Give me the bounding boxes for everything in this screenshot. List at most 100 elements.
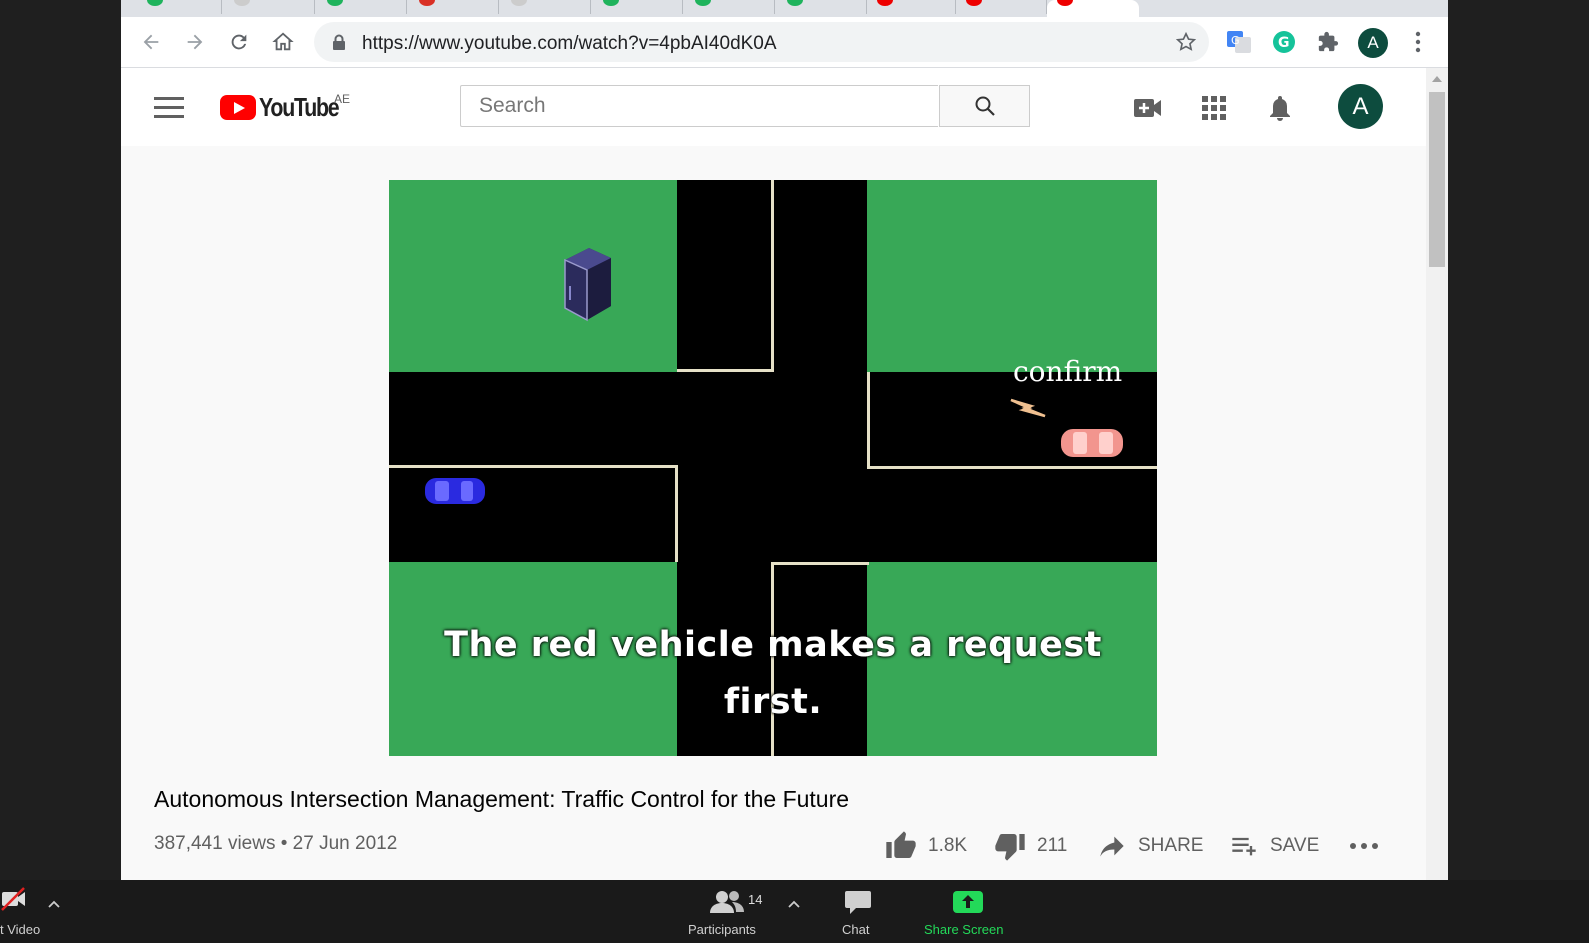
share-arrow-icon: [1100, 836, 1124, 857]
browser-tab[interactable]: [683, 0, 775, 14]
participants-options-chevron[interactable]: [788, 896, 800, 911]
apps-grid-icon: [1202, 96, 1226, 120]
video-camera-plus-icon: [1134, 99, 1161, 117]
zoom-control-bar: t Video 14 Participants Chat Share Scree…: [0, 880, 1589, 943]
bookmark-star-icon[interactable]: [1175, 31, 1197, 53]
chevron-up-icon: [48, 900, 60, 908]
google-translate-extension[interactable]: G: [1224, 27, 1254, 57]
new-tab-button[interactable]: [1151, 0, 1181, 14]
playlist-add-icon: [1232, 837, 1256, 856]
signal-bolt-icon: [1010, 398, 1046, 418]
account-avatar[interactable]: A: [1338, 84, 1383, 129]
share-button[interactable]: SHARE: [1096, 829, 1203, 863]
home-icon: [272, 32, 294, 51]
caption-line: first.: [723, 682, 823, 722]
browser-tab[interactable]: [222, 0, 315, 14]
like-count: 1.8K: [928, 835, 968, 856]
participants-count: 14: [748, 892, 763, 907]
chevron-up-icon: [788, 900, 800, 908]
grass-top-left: [389, 180, 677, 372]
participants-label: Participants: [688, 922, 756, 937]
video-caption: The red vehicle makes a request first.: [389, 617, 1157, 731]
browser-tab[interactable]: [867, 0, 956, 14]
dislike-button[interactable]: 211: [993, 829, 1067, 863]
guide-menu-button[interactable]: [154, 93, 184, 121]
like-button[interactable]: 1.8K: [884, 829, 967, 863]
home-button[interactable]: [268, 27, 298, 57]
video-player[interactable]: confirm The red vehicle makes a request …: [389, 180, 1157, 756]
search-button[interactable]: [939, 85, 1030, 127]
caption-line: The red vehicle makes a request: [444, 625, 1102, 665]
lane-line: [771, 562, 869, 565]
back-button[interactable]: [136, 27, 166, 57]
region-code: AE: [334, 92, 351, 106]
logo-text: YouTube: [259, 91, 340, 122]
desktop-background-right: [1448, 0, 1589, 880]
youtube-header: YouTube AE A: [121, 68, 1426, 146]
grammarly-icon: G: [1273, 31, 1295, 53]
apps-button[interactable]: [1196, 90, 1232, 126]
video-off-icon: [1, 887, 25, 911]
lane-line: [389, 465, 678, 468]
lane-line: [771, 180, 774, 372]
share-screen-button[interactable]: [952, 890, 984, 917]
extensions-button[interactable]: [1313, 27, 1343, 57]
more-actions-button[interactable]: [1349, 829, 1389, 863]
page-scrollbar[interactable]: [1426, 68, 1448, 880]
lane-line: [867, 466, 1157, 469]
svg-text:G: G: [1231, 34, 1240, 47]
confirm-label: confirm: [1013, 355, 1123, 388]
video-title: Autonomous Intersection Management: Traf…: [154, 786, 850, 812]
more-horizontal-icon: [1350, 843, 1378, 849]
thumbs-up-icon: [886, 831, 916, 858]
chat-bubble-icon: [845, 891, 871, 914]
browser-tab[interactable]: [407, 0, 499, 14]
grass-top-right: [867, 180, 1157, 372]
start-video-label: t Video: [0, 922, 41, 937]
browser-menu-button[interactable]: [1403, 27, 1433, 57]
browser-tab[interactable]: [591, 0, 683, 14]
arrow-right-icon: [187, 34, 203, 50]
video-options-chevron[interactable]: [48, 896, 60, 911]
bell-icon: [1270, 96, 1290, 121]
browser-tab[interactable]: [775, 0, 867, 14]
more-vertical-icon: [1415, 31, 1421, 53]
server-icon: [564, 248, 611, 322]
search-input[interactable]: [477, 86, 921, 126]
save-button[interactable]: SAVE: [1228, 829, 1319, 863]
browser-window: https://www.youtube.com/watch?v=4pbAI40d…: [121, 0, 1448, 880]
create-video-button[interactable]: [1130, 90, 1166, 126]
share-screen-icon: [953, 891, 983, 913]
search-box: [460, 85, 938, 127]
scroll-up-arrow-icon[interactable]: [1432, 76, 1442, 82]
address-bar[interactable]: https://www.youtube.com/watch?v=4pbAI40d…: [314, 22, 1209, 62]
lane-line: [867, 372, 870, 469]
reload-button[interactable]: [224, 27, 254, 57]
browser-tab[interactable]: [956, 0, 1047, 14]
share-screen-label: Share Screen: [924, 922, 1004, 937]
browser-tab[interactable]: [121, 0, 222, 14]
arrow-left-icon: [143, 34, 159, 50]
start-video-button[interactable]: [0, 886, 40, 926]
participants-button[interactable]: 14: [710, 889, 770, 919]
lane-line: [677, 369, 774, 372]
browser-toolbar: https://www.youtube.com/watch?v=4pbAI40d…: [121, 17, 1448, 68]
notifications-button[interactable]: [1262, 90, 1298, 126]
red-car: [1061, 429, 1123, 457]
youtube-play-icon: [220, 94, 256, 120]
puzzle-icon: [1318, 31, 1339, 52]
video-meta: 387,441 views • 27 Jun 2012: [154, 833, 398, 854]
browser-tab-active[interactable]: [1047, 0, 1139, 17]
url-text: https://www.youtube.com/watch?v=4pbAI40d…: [362, 33, 777, 54]
svg-text:G: G: [1278, 35, 1290, 51]
chat-button[interactable]: [844, 889, 872, 918]
browser-profile-avatar[interactable]: A: [1358, 28, 1388, 58]
watch-page: confirm The red vehicle makes a request …: [121, 146, 1426, 880]
browser-tab[interactable]: [315, 0, 407, 14]
grammarly-extension[interactable]: G: [1269, 27, 1299, 57]
blue-car: [425, 478, 485, 504]
desktop-background: [0, 0, 121, 880]
scrollbar-thumb[interactable]: [1429, 92, 1445, 267]
browser-tab[interactable]: [499, 0, 591, 14]
forward-button[interactable]: [180, 27, 210, 57]
